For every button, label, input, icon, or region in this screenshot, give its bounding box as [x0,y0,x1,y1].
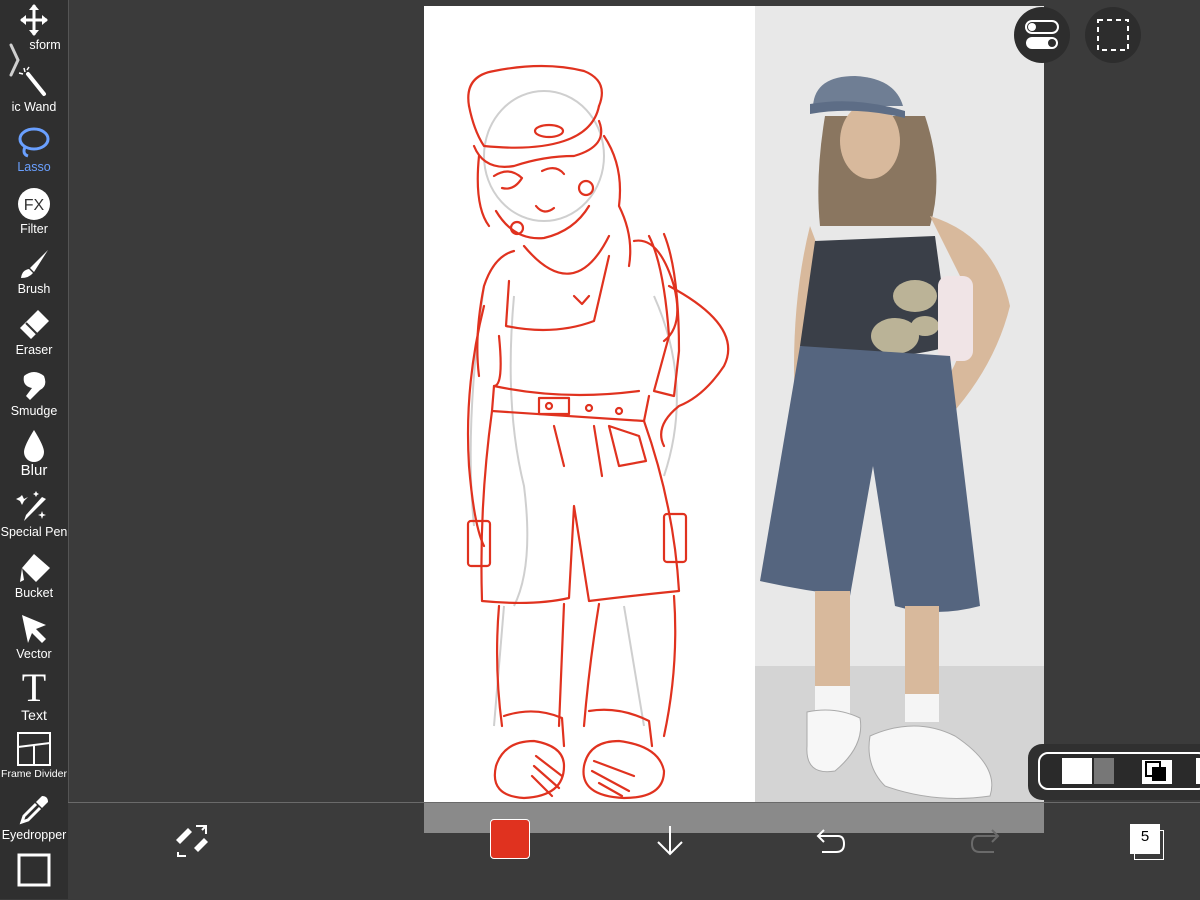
tool-frame-divider[interactable]: Frame Divider [0,731,68,781]
bottom-toolbar [68,802,1200,900]
tool-canvas[interactable] [0,852,68,888]
lasso-icon [18,127,50,158]
fx-icon: FX [18,188,50,220]
toggle-settings-button[interactable] [1014,7,1070,63]
reference-photo-image [755,6,1044,832]
gray-divider [1094,758,1114,784]
toggle-switches-icon [1025,20,1059,49]
canvas-area[interactable] [424,6,1044,832]
tool-brush[interactable]: Brush [0,246,68,296]
tool-filter[interactable]: FX Filter [0,186,68,236]
tool-label: Eyedropper [1,828,67,842]
current-color-swatch[interactable] [490,819,530,859]
drawing-canvas[interactable] [424,6,755,802]
tool-text[interactable]: T Text [0,665,68,723]
canvas-frame-icon [17,853,51,887]
smudge-icon [23,372,46,400]
tool-smudge[interactable]: Smudge [0,368,68,418]
text-icon: T [21,665,47,710]
eraser-icon [20,310,49,339]
tool-label: Eraser [15,343,53,357]
tool-label: Text [21,707,47,723]
tool-label: Bucket [14,586,54,600]
tool-label: Vector [16,647,52,661]
swap-tools-icon[interactable] [172,820,212,860]
tool-vector[interactable]: Vector [0,611,68,661]
tool-label: Special Pen [0,525,68,539]
tool-lasso[interactable]: Lasso [0,124,68,174]
tool-magic-wand[interactable]: ic Wand [0,64,68,114]
tool-label: Filter [20,222,48,236]
white-color-chip[interactable] [1062,758,1092,784]
tool-eyedropper[interactable]: Eyedropper [0,792,68,842]
drop-icon [24,430,44,462]
tool-label: Smudge [10,404,58,418]
tool-label: Lasso [17,160,51,174]
color-layers-icon[interactable] [1140,756,1174,786]
color-mode-selector[interactable] [1038,752,1200,790]
tool-label: Blur [20,462,48,479]
move-arrows-icon [20,4,48,36]
dashed-selection-icon [1097,19,1129,51]
tool-sidebar: sform ic Wand Lasso FX Filter Brush Eras… [0,0,69,899]
layer-count-label: 5 [1140,828,1150,845]
tool-label: Frame Divider [1,768,67,780]
frame-divider-icon [17,732,51,766]
white-strip [1196,758,1200,784]
svg-text:FX: FX [24,197,45,214]
tool-label: sform [29,38,61,52]
brush-icon [21,250,48,278]
reference-photo [755,6,1044,832]
tool-label: Brush [17,282,51,296]
tool-label: ic Wand [11,100,57,114]
tool-bucket[interactable]: Bucket [0,550,68,600]
layers-button[interactable]: 5 [1128,822,1164,860]
tool-transform[interactable]: sform [0,2,68,52]
tool-blur[interactable]: Blur [0,428,68,478]
bucket-icon [20,554,50,582]
special-pen-icon [16,491,46,521]
tool-eraser[interactable]: Eraser [0,307,68,357]
eyedropper-icon [19,796,48,825]
brush-color-panel[interactable] [1028,744,1200,800]
down-arrow-icon[interactable] [652,822,688,858]
selection-button[interactable] [1085,7,1141,63]
magic-wand-icon [18,66,46,96]
undo-icon[interactable] [810,822,846,858]
tool-special-pen[interactable]: Special Pen [0,489,68,539]
red-sketch-drawing [466,64,730,800]
redo-icon[interactable] [970,822,1006,858]
cursor-arrow-icon [22,615,46,643]
